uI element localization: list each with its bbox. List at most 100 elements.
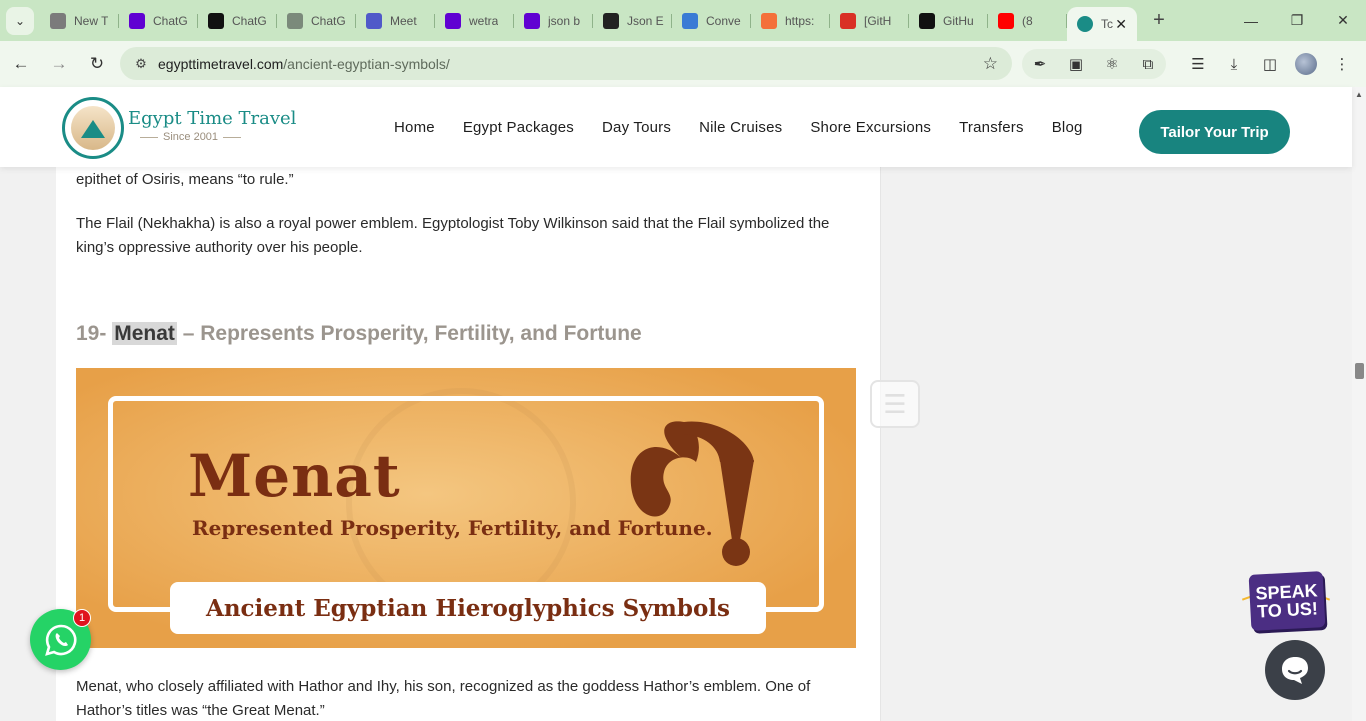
- browser-tab[interactable]: New T: [40, 6, 119, 36]
- window-controls: — ❐ ✕: [1228, 0, 1366, 41]
- download-icon[interactable]: ⤓: [1216, 49, 1252, 79]
- url-domain: egypttimetravel.com: [158, 55, 284, 72]
- browser-tab[interactable]: GitHu: [909, 6, 988, 36]
- live-chat-button[interactable]: [1265, 640, 1325, 700]
- heading-rest: – Represents Prosperity, Fertility, and …: [182, 322, 642, 345]
- egypt-time-travel-favicon: [1077, 16, 1093, 32]
- tab-title: json b: [548, 13, 581, 28]
- nav-shore-excursions[interactable]: Shore Excursions: [810, 119, 931, 136]
- nav-nile-cruises[interactable]: Nile Cruises: [699, 119, 782, 136]
- nav-day-tours[interactable]: Day Tours: [602, 119, 671, 136]
- whatsapp-button[interactable]: 1: [30, 609, 91, 670]
- chrome-icon: [50, 12, 66, 29]
- orange-circle-icon: [761, 12, 777, 29]
- browser-tab[interactable]: wetra: [435, 6, 514, 36]
- address-bar[interactable]: ⚙ egypttimetravel.com/ancient-egyptian-s…: [120, 47, 1012, 80]
- menat-image: Menat Represented Prosperity, Fertility,…: [76, 368, 856, 648]
- new-tab-button[interactable]: +: [1145, 7, 1173, 35]
- browser-toolbar: ← → ↻ ⚙ egypttimetravel.com/ancient-egyp…: [0, 41, 1366, 87]
- tab-title: https:: [785, 13, 815, 28]
- browser-tab[interactable]: Json E: [593, 6, 672, 36]
- tab-search-button[interactable]: ⌄: [6, 6, 34, 35]
- paragraph-osiris: epithet of Osiris, means “to rule.”: [76, 171, 294, 188]
- nav-blog[interactable]: Blog: [1052, 119, 1083, 136]
- whatsapp-notification-badge: 1: [73, 609, 91, 627]
- image-title: Menat: [188, 442, 401, 510]
- close-window-button[interactable]: ✕: [1320, 0, 1366, 41]
- tab-title: ChatG: [311, 13, 346, 28]
- profile-avatar[interactable]: [1295, 53, 1317, 75]
- main-nav: Home Egypt Packages Day Tours Nile Cruis…: [380, 87, 1097, 167]
- speak-line-2: TO US!: [1256, 598, 1319, 622]
- json-editor-icon: [603, 12, 619, 29]
- tab-title: Conve: [706, 13, 741, 28]
- tailor-your-trip-button[interactable]: Tailor Your Trip: [1139, 110, 1290, 154]
- url-text[interactable]: egypttimetravel.com/ancient-egyptian-sym…: [158, 56, 450, 72]
- whatsapp-icon: [44, 624, 76, 656]
- menu-lines-icon[interactable]: ☰: [870, 380, 920, 428]
- tab-title: (8: [1022, 13, 1033, 28]
- tab-title: Json E: [627, 13, 664, 28]
- chatgpt-icon: [208, 12, 224, 29]
- logo-title[interactable]: Egypt Time Travel: [128, 108, 296, 129]
- browser-tab[interactable]: Meet: [356, 6, 435, 36]
- browser-tab[interactable]: ChatG: [198, 6, 277, 36]
- nav-home[interactable]: Home: [394, 119, 435, 136]
- image-banner: Ancient Egyptian Hieroglyphics Symbols: [170, 582, 766, 634]
- teams-icon: [366, 12, 382, 29]
- back-button[interactable]: ←: [4, 47, 38, 81]
- tab-title: ChatG: [153, 13, 188, 28]
- restore-button[interactable]: ❐: [1274, 0, 1320, 41]
- browser-tab-strip: ⌄ New T ChatG ChatG ChatG Meet wetra json b Jso…: [0, 0, 1366, 41]
- chevron-down-icon: ⌄: [14, 13, 26, 28]
- page-scrollbar[interactable]: ▲: [1352, 87, 1366, 721]
- extensions-puzzle-icon[interactable]: ⧉: [1130, 49, 1166, 79]
- eyedropper-extension-icon[interactable]: ✒: [1022, 49, 1058, 79]
- reload-button[interactable]: ↻: [80, 47, 114, 81]
- tab-title: ChatG: [232, 13, 267, 28]
- puzzle-extension-icon[interactable]: ▣: [1058, 49, 1094, 79]
- browser-tab[interactable]: json b: [514, 6, 593, 36]
- browser-tab[interactable]: https:: [751, 6, 830, 36]
- chatgpt-icon: [287, 12, 303, 29]
- tab-list: New T ChatG ChatG ChatG Meet wetra json b Json …: [40, 0, 1137, 41]
- tab-title: [GitH: [864, 13, 892, 28]
- url-path: /ancient-egyptian-symbols/: [283, 55, 450, 72]
- browser-tab[interactable]: ChatG: [277, 6, 356, 36]
- nav-egypt-packages[interactable]: Egypt Packages: [463, 119, 574, 136]
- kebab-menu-icon[interactable]: ⋮: [1324, 49, 1360, 79]
- browser-tab[interactable]: [GitH: [830, 6, 909, 36]
- nav-transfers[interactable]: Transfers: [959, 119, 1024, 136]
- yahoo-icon: [445, 12, 461, 29]
- browser-tab[interactable]: (8: [988, 6, 1067, 36]
- browser-tab[interactable]: Conve: [672, 6, 751, 36]
- menat-symbol-icon: [630, 421, 754, 566]
- toolbar-right-group: ☰ ⤓ ◫ ⋮: [1180, 49, 1360, 79]
- site-settings-icon[interactable]: ⚙: [126, 56, 156, 72]
- github-icon: [919, 12, 935, 29]
- section-heading-menat: 19- Menat – Represents Prosperity, Ferti…: [76, 322, 642, 346]
- browser-tab[interactable]: ChatG: [119, 6, 198, 36]
- speak-to-us-button[interactable]: SPEAK TO US!: [1248, 571, 1326, 631]
- tab-title: wetra: [469, 13, 499, 28]
- media-controls-icon[interactable]: ☰: [1180, 49, 1216, 79]
- minimize-button[interactable]: —: [1228, 0, 1274, 41]
- forward-button[interactable]: →: [42, 47, 76, 81]
- chat-bubble-icon: [1282, 657, 1308, 684]
- tab-title: Tc: [1101, 17, 1113, 31]
- site-logo[interactable]: [62, 97, 124, 159]
- arrow-right-icon: →: [50, 54, 68, 73]
- react-devtools-icon[interactable]: ⚛: [1094, 49, 1130, 79]
- scroll-thumb[interactable]: [1355, 363, 1364, 379]
- bookmark-star-icon[interactable]: ☆: [983, 54, 998, 74]
- scroll-up-icon[interactable]: ▲: [1355, 90, 1363, 99]
- arrow-left-icon: ←: [12, 54, 30, 73]
- youtube-icon: [998, 12, 1014, 29]
- paragraph-flail: The Flail (Nekhakha) is also a royal pow…: [76, 215, 830, 256]
- converter-icon: [682, 12, 698, 29]
- heading-highlight: Menat: [112, 322, 177, 345]
- paragraph-menat: Menat, who closely affiliated with Hatho…: [76, 678, 811, 719]
- side-panel-icon[interactable]: ◫: [1252, 49, 1288, 79]
- close-tab-icon[interactable]: ✕: [1115, 16, 1127, 33]
- browser-tab-active[interactable]: Tc ✕: [1067, 7, 1137, 41]
